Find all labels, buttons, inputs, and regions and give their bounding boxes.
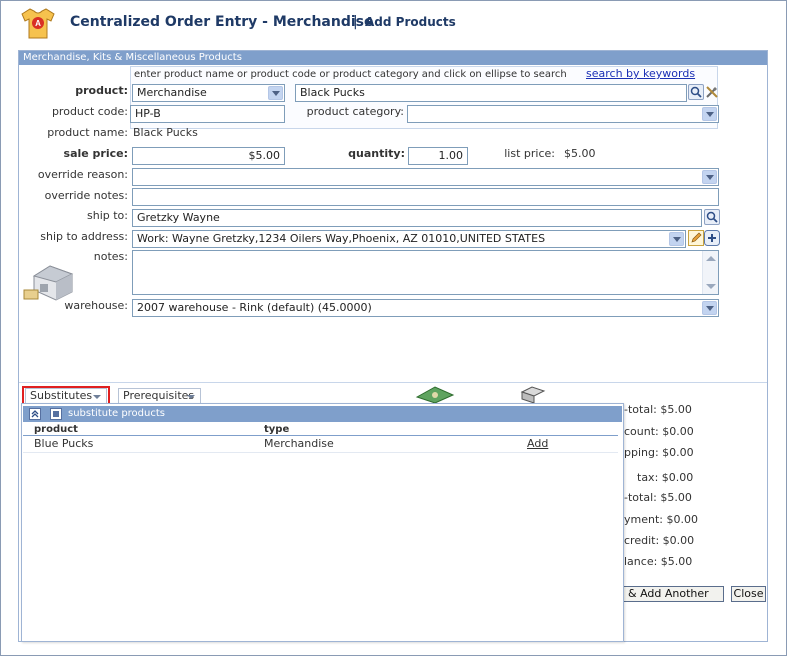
ship-to-address-label: ship to address: xyxy=(40,230,128,243)
totals-row: yment: $0.00 xyxy=(624,513,698,526)
money-icon xyxy=(415,386,455,403)
product-input[interactable]: Black Pucks xyxy=(295,84,687,102)
ship-to-label: ship to: xyxy=(87,209,128,222)
header-divider xyxy=(23,435,618,436)
sale-price-label: sale price: xyxy=(63,147,128,160)
totals-row: count: $0.00 xyxy=(624,425,694,438)
substitute-product-cell: Blue Pucks xyxy=(34,437,94,450)
tools-icon[interactable] xyxy=(704,84,720,100)
prerequisites-dropdown[interactable]: Prerequisites xyxy=(118,388,201,404)
notes-textarea[interactable] xyxy=(132,250,719,295)
product-name-label: product name: xyxy=(47,126,128,139)
scroll-up-icon[interactable] xyxy=(706,256,716,261)
product-category-select[interactable] xyxy=(407,105,719,123)
product-type-select[interactable]: Merchandise xyxy=(132,84,285,102)
warehouse-select[interactable]: 2007 warehouse - Rink (default) (45.0000… xyxy=(132,299,719,317)
warehouse-value: 2007 warehouse - Rink (default) (45.0000… xyxy=(137,301,372,314)
col-header-type: type xyxy=(264,424,290,435)
search-hint: enter product name or product code or pr… xyxy=(134,69,567,80)
ship-to-address-value: Work: Wayne Gretzky,1234 Oilers Way,Phoe… xyxy=(137,232,546,245)
override-reason-select[interactable] xyxy=(132,168,719,186)
totals-row: tax: $0.00 xyxy=(637,471,694,484)
minimize-icon[interactable] xyxy=(50,408,62,420)
chevron-down-icon xyxy=(702,301,717,315)
col-header-product: product xyxy=(34,424,78,435)
add-plus-icon[interactable] xyxy=(704,230,720,246)
page-title: Centralized Order Entry - Merchandise xyxy=(70,14,374,30)
chevron-down-icon xyxy=(702,170,717,184)
search-by-keywords-link[interactable]: search by keywords xyxy=(586,67,695,80)
product-name-value: Black Pucks xyxy=(133,126,198,139)
totals-row: -total: $5.00 xyxy=(624,491,692,504)
chevron-down-icon xyxy=(187,395,195,399)
section-divider xyxy=(19,382,767,383)
close-button[interactable]: Close xyxy=(731,586,766,602)
package-icon xyxy=(520,386,546,403)
override-reason-label: override reason: xyxy=(37,168,128,181)
product-label: product: xyxy=(75,84,128,97)
search-icon[interactable] xyxy=(704,209,720,225)
warehouse-icon xyxy=(23,265,74,301)
totals-row: lance: $5.00 xyxy=(624,555,693,568)
svg-text:A: A xyxy=(35,19,41,28)
list-price-label: list price: xyxy=(504,147,555,160)
product-category-label: product category: xyxy=(306,105,404,118)
sale-price-input[interactable]: $5.00 xyxy=(132,147,285,165)
product-type-value: Merchandise xyxy=(137,86,207,99)
chevron-down-icon xyxy=(702,107,717,121)
add-another-button[interactable]: & Add Another xyxy=(618,586,724,602)
chevron-down-icon xyxy=(268,86,283,100)
substitute-type-cell: Merchandise xyxy=(264,437,334,450)
prerequisites-label: Prerequisites xyxy=(123,389,195,402)
override-notes-label: override notes: xyxy=(44,189,128,202)
ship-to-input[interactable]: Gretzky Wayne xyxy=(132,209,702,227)
tshirt-logo-icon: A xyxy=(21,8,55,39)
title-separator: | xyxy=(353,14,358,30)
popup-title: substitute products xyxy=(68,408,165,419)
totals-row: pping: $0.00 xyxy=(624,446,694,459)
quantity-input[interactable]: 1.00 xyxy=(408,147,468,165)
totals-row: credit: $0.00 xyxy=(624,534,695,547)
product-code-label: product code: xyxy=(51,105,128,118)
edit-pencil-icon[interactable] xyxy=(688,230,704,246)
list-price-value: $5.00 xyxy=(564,147,596,160)
search-icon[interactable] xyxy=(688,84,704,100)
scroll-down-icon[interactable] xyxy=(706,284,716,289)
chevron-down-icon xyxy=(669,232,684,246)
product-code-input[interactable]: HP-B xyxy=(130,105,285,123)
add-substitute-link[interactable]: Add xyxy=(527,437,548,450)
override-notes-input[interactable] xyxy=(132,188,719,206)
warehouse-label: warehouse: xyxy=(64,299,128,312)
ship-to-address-select[interactable]: Work: Wayne Gretzky,1234 Oilers Way,Phoe… xyxy=(132,230,686,248)
notes-scrollbar[interactable] xyxy=(702,251,718,294)
panel-title: Merchandise, Kits & Miscellaneous Produc… xyxy=(19,51,767,65)
row-divider xyxy=(23,452,618,453)
collapse-up-icon[interactable] xyxy=(29,408,41,420)
page-subtitle: Add Products xyxy=(365,15,456,29)
totals-row: -total: $5.00 xyxy=(624,403,692,416)
quantity-label: quantity: xyxy=(348,147,405,160)
